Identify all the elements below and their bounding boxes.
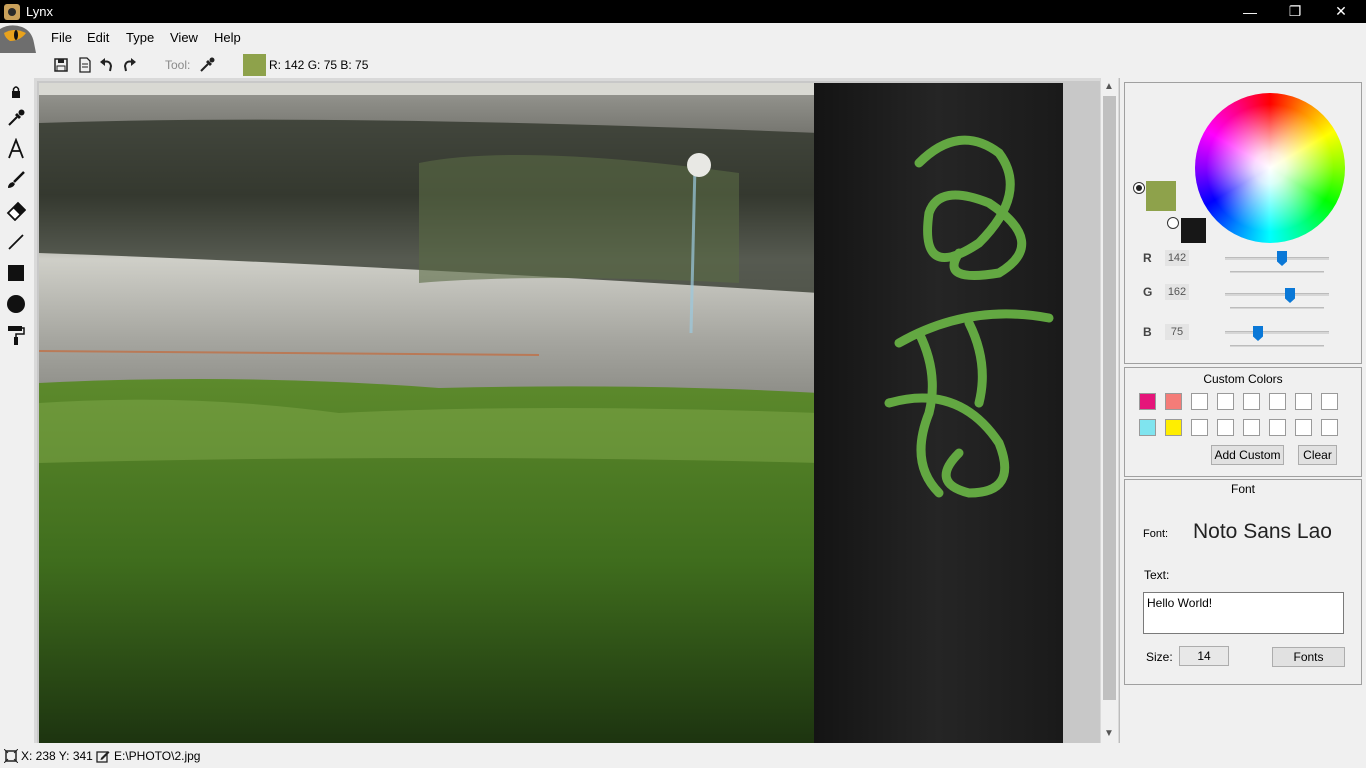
custom-color-swatch[interactable]: [1321, 393, 1338, 410]
eraser-tool-icon[interactable]: [5, 200, 27, 222]
custom-color-swatch[interactable]: [1139, 419, 1156, 436]
custom-color-swatch[interactable]: [1295, 393, 1312, 410]
font-name: Noto Sans Lao: [1193, 520, 1332, 543]
font-group: Font Font: Noto Sans Lao Text: Hello Wor…: [1124, 479, 1362, 685]
red-value[interactable]: 142: [1165, 250, 1189, 266]
secondary-color-radio[interactable]: [1167, 217, 1179, 229]
red-slider-ticks: [1230, 271, 1324, 273]
close-button[interactable]: ✕: [1318, 0, 1364, 23]
green-label: G: [1143, 285, 1153, 299]
menu-file[interactable]: File: [51, 30, 72, 45]
add-custom-button[interactable]: Add Custom: [1211, 445, 1284, 465]
blue-value[interactable]: 75: [1165, 324, 1189, 340]
custom-colors-group: Custom Colors Add Custom Clear: [1124, 367, 1362, 477]
color-wheel[interactable]: [1195, 93, 1345, 243]
red-label: R: [1143, 251, 1152, 265]
cursor-coordinates: X: 238 Y: 341: [21, 749, 93, 763]
size-field[interactable]: 14: [1179, 646, 1229, 666]
menu-type[interactable]: Type: [126, 30, 154, 45]
custom-color-swatch[interactable]: [1269, 419, 1286, 436]
menu-help[interactable]: Help: [214, 30, 241, 45]
undo-icon[interactable]: [98, 56, 116, 74]
scroll-down-icon[interactable]: ▼: [1104, 728, 1114, 739]
red-slider-thumb[interactable]: [1277, 251, 1287, 266]
custom-color-swatch[interactable]: [1217, 393, 1234, 410]
window-title: Lynx: [26, 4, 53, 19]
vertical-scrollbar[interactable]: ▲ ▼: [1101, 78, 1118, 743]
canvas-area: [34, 78, 1119, 744]
custom-color-swatch[interactable]: [1217, 419, 1234, 436]
color-picker-group: R 142 G 162 B 75: [1124, 82, 1362, 364]
blue-label: B: [1143, 325, 1152, 339]
lynx-logo-icon: [0, 23, 36, 53]
size-label: Size:: [1146, 650, 1173, 664]
minimize-button[interactable]: —: [1227, 0, 1273, 23]
blue-slider-thumb[interactable]: [1253, 326, 1263, 341]
right-panel: R 142 G 162 B 75 Custom Colors Add Custo…: [1119, 78, 1366, 743]
selection-size-icon: [3, 748, 19, 764]
custom-color-swatch[interactable]: [1191, 393, 1208, 410]
status-bar: X: 238 Y: 341 E:\PHOTO\2.jpg: [0, 743, 1366, 768]
custom-color-swatch[interactable]: [1243, 393, 1260, 410]
custom-colors-title: Custom Colors: [1203, 372, 1283, 386]
fonts-button[interactable]: Fonts: [1272, 647, 1345, 667]
menu-bar: File Edit Type View Help: [0, 23, 1366, 53]
paint-roller-tool-icon[interactable]: [5, 324, 27, 346]
file-path: E:\PHOTO\2.jpg: [114, 749, 201, 763]
secondary-color-swatch[interactable]: [1181, 218, 1206, 243]
custom-color-swatch[interactable]: [1269, 393, 1286, 410]
green-slider-thumb[interactable]: [1285, 288, 1295, 303]
green-value[interactable]: 162: [1165, 284, 1189, 300]
current-color-swatch: [243, 54, 266, 76]
clear-button[interactable]: Clear: [1298, 445, 1337, 465]
restore-button[interactable]: ❐: [1272, 0, 1318, 23]
font-label: Font:: [1143, 528, 1169, 540]
custom-color-swatch[interactable]: [1243, 419, 1260, 436]
canvas-frame: [37, 81, 1100, 744]
blue-slider-track: [1225, 331, 1329, 334]
line-tool-icon[interactable]: [5, 231, 27, 253]
title-bar: Lynx — ❐ ✕: [0, 0, 1366, 23]
file-edit-icon: [96, 749, 110, 763]
custom-color-swatch[interactable]: [1139, 393, 1156, 410]
custom-color-swatch[interactable]: [1165, 393, 1182, 410]
tool-palette: [0, 78, 34, 743]
photo-canvas[interactable]: [39, 83, 1063, 743]
brush-tool-icon[interactable]: [5, 169, 27, 191]
custom-color-swatch[interactable]: [1191, 419, 1208, 436]
primary-color-swatch[interactable]: [1146, 181, 1176, 211]
new-document-icon[interactable]: [76, 56, 94, 74]
eyedropper-tool-icon[interactable]: [5, 107, 27, 129]
green-slider-ticks: [1230, 307, 1324, 309]
custom-color-swatch[interactable]: [1321, 419, 1338, 436]
app-icon: [4, 3, 20, 20]
scroll-up-icon[interactable]: ▲: [1104, 81, 1114, 92]
green-slider-track: [1225, 293, 1329, 296]
toolbar: Tool: R: 142 G: 75 B: 75: [0, 53, 1366, 78]
menu-edit[interactable]: Edit: [87, 30, 109, 45]
current-tool-eyedropper-icon: [198, 56, 216, 74]
font-group-title: Font: [1230, 482, 1255, 496]
primary-color-radio[interactable]: [1133, 182, 1145, 194]
tool-label: Tool:: [165, 58, 191, 72]
rectangle-tool-icon[interactable]: [5, 262, 27, 284]
text-input[interactable]: Hello World!: [1143, 592, 1344, 634]
text-tool-icon[interactable]: [5, 138, 27, 160]
redo-icon[interactable]: [120, 56, 138, 74]
ellipse-tool-icon[interactable]: [5, 293, 27, 315]
rgb-readout: R: 142 G: 75 B: 75: [269, 58, 369, 72]
custom-color-swatch[interactable]: [1295, 419, 1312, 436]
text-label: Text:: [1144, 568, 1170, 582]
lock-icon[interactable]: [5, 81, 27, 103]
blue-slider-ticks: [1230, 345, 1324, 347]
scroll-thumb[interactable]: [1103, 96, 1116, 700]
save-icon[interactable]: [52, 56, 70, 74]
menu-view[interactable]: View: [170, 30, 198, 45]
custom-color-swatch[interactable]: [1165, 419, 1182, 436]
